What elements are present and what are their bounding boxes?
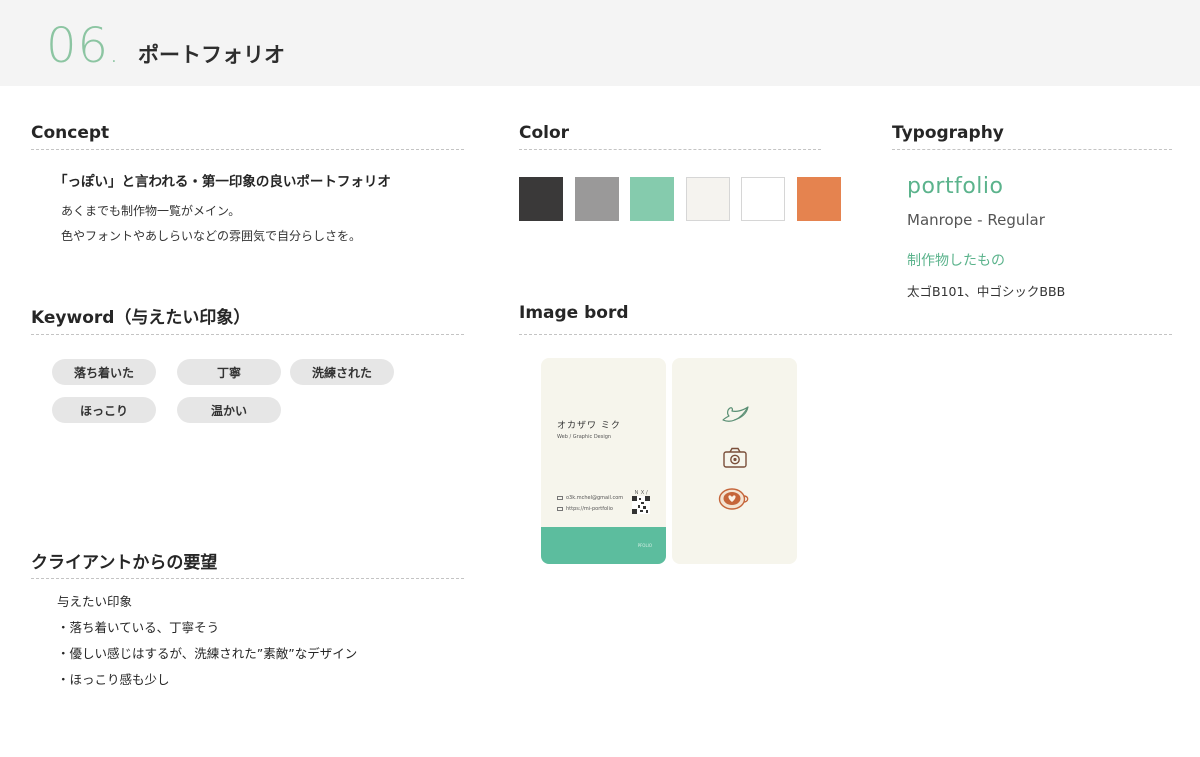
- keyword-pill: 落ち着いた: [52, 359, 156, 385]
- page-header: 06. ポートフォリオ: [0, 0, 1200, 86]
- typography-divider: [892, 149, 1172, 150]
- color-swatch: [519, 177, 563, 221]
- color-swatch: [686, 177, 730, 221]
- concept-lead: 「っぽい」と言われる・第一印象の良いポートフォリオ: [54, 174, 391, 190]
- card-name: オカザワ ミク: [557, 421, 621, 431]
- imageboard-divider: [519, 334, 1172, 335]
- color-swatch: [741, 177, 785, 221]
- business-card-back: [672, 358, 797, 564]
- business-card-front: オカザワ ミク Web / Graphic Design o3k.mchel@g…: [541, 358, 666, 564]
- card-qr-mark: ＮＸ/: [634, 490, 649, 496]
- latte-icon: [718, 488, 749, 510]
- keyword-pill: 温かい: [177, 397, 281, 423]
- keyword-pill: ほっこり: [52, 397, 156, 423]
- request-line-2: ・優しい感じはするが、洗練された”素敵”なデザイン: [57, 646, 358, 661]
- monitor-icon: [557, 507, 563, 511]
- concept-divider: [31, 149, 464, 150]
- card-email: o3k.mchel@gmail.com: [557, 495, 623, 501]
- card-band-text: PFOLIO: [637, 543, 652, 548]
- typography-sample: portfolio: [907, 174, 1004, 199]
- typography-jp-font-name: 太ゴB101、中ゴシックBBB: [907, 284, 1066, 299]
- keyword-pill: 洗練された: [290, 359, 394, 385]
- card-url: https://mi-portfolio: [557, 506, 613, 512]
- color-divider: [519, 149, 821, 150]
- color-swatch: [797, 177, 841, 221]
- request-divider: [31, 578, 464, 579]
- typography-font-name: Manrope - Regular: [907, 211, 1045, 229]
- color-heading: Color: [519, 123, 570, 143]
- typography-jp-sample: 制作物したもの: [907, 253, 1005, 269]
- mail-icon: [557, 496, 563, 500]
- concept-line-1: あくまでも制作物一覧がメイン。: [61, 204, 241, 218]
- keyword-heading: Keyword（与えたい印象）: [31, 308, 251, 328]
- request-heading: クライアントからの要望: [31, 553, 218, 573]
- qr-code-icon: [632, 496, 650, 514]
- concept-heading: Concept: [31, 123, 110, 143]
- color-swatch: [575, 177, 619, 221]
- keyword-pill: 丁寧: [177, 359, 281, 385]
- card-role: Web / Graphic Design: [557, 434, 612, 440]
- keyword-divider: [31, 334, 464, 335]
- typography-heading: Typography: [892, 123, 1004, 143]
- request-line-1: ・落ち着いている、丁寧そう: [57, 620, 220, 635]
- imageboard-heading: Image bord: [519, 303, 629, 323]
- color-swatch: [630, 177, 674, 221]
- concept-line-2: 色やフォントやあしらいなどの雰囲気で自分らしさを。: [61, 229, 362, 243]
- page-title: ポートフォリオ: [138, 43, 285, 67]
- request-subtitle: 与えたい印象: [57, 594, 133, 609]
- bird-icon: [722, 406, 749, 422]
- section-number: 06.: [46, 18, 120, 74]
- request-line-3: ・ほっこり感も少し: [57, 672, 170, 687]
- camera-icon: [723, 447, 747, 468]
